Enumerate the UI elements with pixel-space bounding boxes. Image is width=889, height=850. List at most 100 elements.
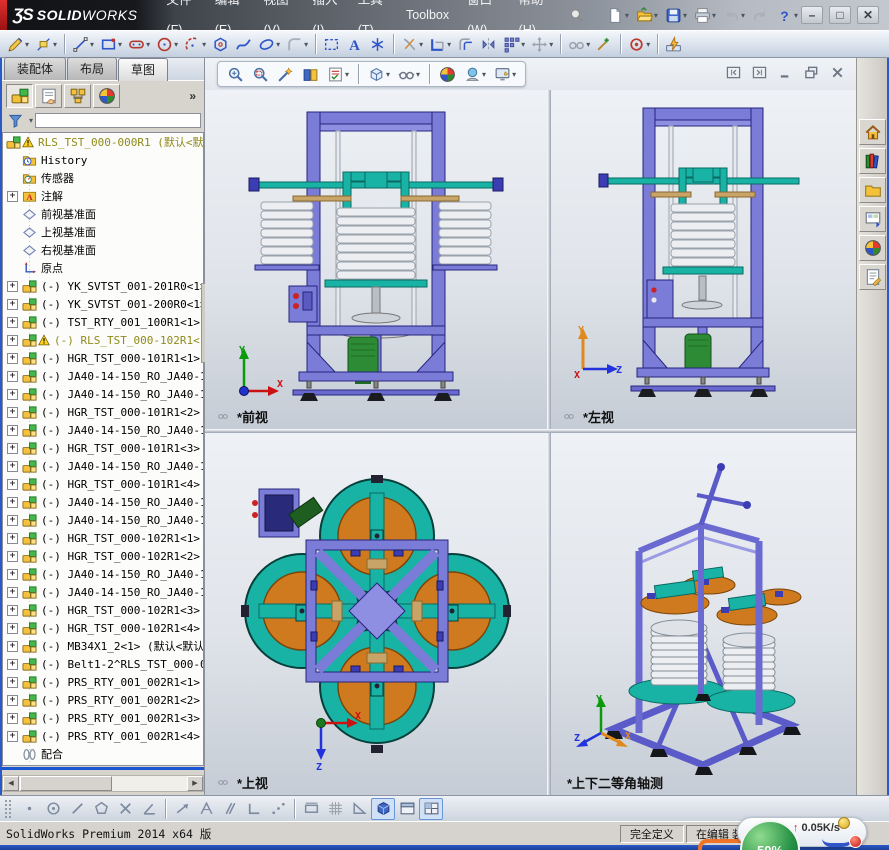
filter-icon[interactable] [5, 108, 26, 132]
tree-item-assembly-root[interactable]: RLS_TST_000-000R1 (默认<默 [3, 133, 203, 151]
new-document-button[interactable]: ▾ [604, 3, 632, 27]
dropdown-arrow-icon[interactable]: ▾ [482, 70, 486, 79]
edit-appearance-button[interactable] [436, 62, 459, 86]
undo-button[interactable]: ▾ [720, 3, 748, 27]
scroll-right-arrow[interactable]: ▶ [187, 776, 203, 791]
tree-item-component[interactable]: + (-) HGR_TST_000-101R1<1> [3, 349, 203, 367]
tree-expander[interactable]: + [7, 640, 18, 652]
tree-item-component[interactable]: + (-) RLS_TST_000-102R1<1 [3, 331, 203, 349]
tree-expander[interactable]: + [7, 298, 18, 310]
tree-item-component[interactable]: + (-) MB34X1_2<1> (默认<默认 [3, 637, 203, 655]
horizontal-vertical-snap-button[interactable] [242, 798, 266, 820]
solidworks-resources-tab[interactable] [859, 119, 886, 145]
quick-snaps-button[interactable]: ▾ [625, 32, 653, 56]
tree-item-top-plane[interactable]: 上视基准面 [3, 223, 203, 241]
straight-slot-button[interactable]: ▾ [125, 32, 153, 56]
tree-item-component[interactable]: + (-) HGR_TST_000-102R1<3> [3, 601, 203, 619]
tree-item-annotations-folder[interactable]: + A 注解 [3, 187, 203, 205]
tree-item-component[interactable]: + (-) PRS_RTY_001_002R1<1> [3, 673, 203, 691]
angle-snap-button[interactable] [137, 798, 161, 820]
spline-button[interactable] [232, 32, 255, 56]
sketch-button[interactable]: ▾ [4, 32, 32, 56]
doc-minimize-button[interactable] [776, 64, 794, 80]
tree-expander[interactable]: + [7, 622, 18, 634]
tree-expander[interactable]: + [7, 712, 18, 724]
sketch-tools-button[interactable] [662, 32, 685, 56]
custom-properties-tab[interactable] [859, 264, 886, 290]
tree-expander[interactable]: + [7, 352, 18, 364]
dropdown-arrow-icon[interactable]: ▾ [174, 40, 178, 49]
grid-snap-button[interactable] [323, 798, 347, 820]
points-snap-button[interactable] [266, 798, 290, 820]
shaded-view-mode-button[interactable] [371, 797, 395, 820]
four-viewport-button[interactable] [419, 797, 443, 820]
intersection-snap-button[interactable] [113, 798, 137, 820]
dropdown-arrow-icon[interactable]: ▾ [654, 11, 658, 20]
tree-expander[interactable]: + [7, 442, 18, 454]
smart-dimension-button[interactable]: ▾ [32, 32, 60, 56]
parallel-snap-button[interactable] [218, 798, 242, 820]
tree-item-mates-folder[interactable]: 配合 [3, 745, 203, 763]
dropdown-arrow-icon[interactable]: ▾ [625, 11, 629, 20]
tab-sketch[interactable]: 草图 [118, 58, 169, 81]
convert-entities-button[interactable]: ▾ [426, 32, 454, 56]
display-style-button[interactable]: ▾ [395, 62, 423, 86]
tree-expander[interactable]: + [7, 406, 18, 418]
tree-item-component[interactable]: + (-) HGR_TST_000-102R1<2> [3, 547, 203, 565]
viewport-vertical-splitter[interactable] [547, 90, 551, 795]
dropdown-arrow-icon[interactable]: ▾ [549, 40, 553, 49]
tree-item-component[interactable]: + (-) JA40-14-150_RO_JA40-14 [3, 367, 203, 385]
dropdown-arrow-icon[interactable]: ▾ [741, 11, 745, 20]
tree-item-component[interactable]: + (-) PRS_RTY_001_002R1<2> [3, 691, 203, 709]
tree-item-component[interactable]: + (-) HGR_TST_000-101R1<3> [3, 439, 203, 457]
window-minimize-button[interactable]: – [801, 6, 823, 24]
section-view-button[interactable] [299, 62, 322, 86]
previous-view-button[interactable] [274, 62, 297, 86]
tree-expander[interactable]: + [7, 694, 18, 706]
dropdown-arrow-icon[interactable]: ▾ [683, 11, 687, 20]
featuremanager-design-tree-tab[interactable] [6, 83, 33, 108]
appearances-scenes-tab[interactable] [859, 235, 886, 261]
dropdown-arrow-icon[interactable]: ▾ [416, 70, 420, 79]
linear-sketch-pattern-button[interactable]: ▾ [500, 32, 528, 56]
angle-snaps-button[interactable] [347, 798, 371, 820]
view-orientation-sheet-button[interactable]: ▾ [324, 62, 352, 86]
corner-rectangle-button[interactable]: ▾ [97, 32, 125, 56]
help-button[interactable]: ? ▾ [773, 3, 801, 27]
zoom-to-fit-button[interactable] [224, 62, 247, 86]
tree-item-component[interactable]: + (-) JA40-14-150_RO_JA40-14 [3, 385, 203, 403]
tree-item-component[interactable]: + (-) HGR_TST_000-101R1<2> [3, 403, 203, 421]
dropdown-arrow-icon[interactable]: ▾ [521, 40, 525, 49]
tree-expander[interactable]: + [7, 568, 18, 580]
point-snap-button[interactable] [17, 798, 41, 820]
print-button[interactable]: ▾ [691, 3, 719, 27]
tree-expander[interactable]: + [7, 478, 18, 490]
doc-restore-button[interactable] [802, 64, 820, 80]
tree-expander[interactable]: + [7, 586, 18, 598]
tree-expander[interactable]: + [7, 532, 18, 544]
tree-item-component[interactable]: + (-) PRS_RTY_001_002R1<3> [3, 709, 203, 727]
view-settings-button[interactable]: ▾ [491, 62, 519, 86]
dropdown-arrow-icon[interactable]: ▾ [25, 40, 29, 49]
tree-item-sensors-folder[interactable]: 传感器 [3, 169, 203, 187]
tree-item-component[interactable]: + (-) TST_RTY_001_100R1<1> [3, 313, 203, 331]
tree-expander[interactable]: + [7, 334, 18, 346]
tree-expander[interactable]: + [7, 604, 18, 616]
dropdown-arrow-icon[interactable]: ▾ [345, 70, 349, 79]
length-snap-button[interactable] [299, 798, 323, 820]
tree-item-component[interactable]: + (-) JA40-14-150_RO_JA40-14 [3, 511, 203, 529]
polygon-button[interactable] [209, 32, 232, 56]
display-delete-relations-button[interactable]: ▾ [565, 32, 593, 56]
dropdown-arrow-icon[interactable]: ▾ [118, 40, 122, 49]
dropdown-arrow-icon[interactable]: ▾ [512, 70, 516, 79]
appearances-manager-tab[interactable] [93, 83, 120, 108]
polygon-snap-button[interactable] [89, 798, 113, 820]
scroll-left-arrow[interactable]: ◀ [3, 776, 19, 791]
sketch-fillet-button[interactable]: ▾ [283, 32, 311, 56]
open-document-button[interactable]: ▾ [633, 3, 661, 27]
dropdown-arrow-icon[interactable]: ▾ [386, 70, 390, 79]
tree-expander[interactable]: + [7, 316, 18, 328]
doc-close-button[interactable] [828, 64, 846, 80]
collapse-left-pane-button[interactable] [724, 64, 742, 80]
configurationmanager-tab[interactable] [64, 83, 91, 108]
